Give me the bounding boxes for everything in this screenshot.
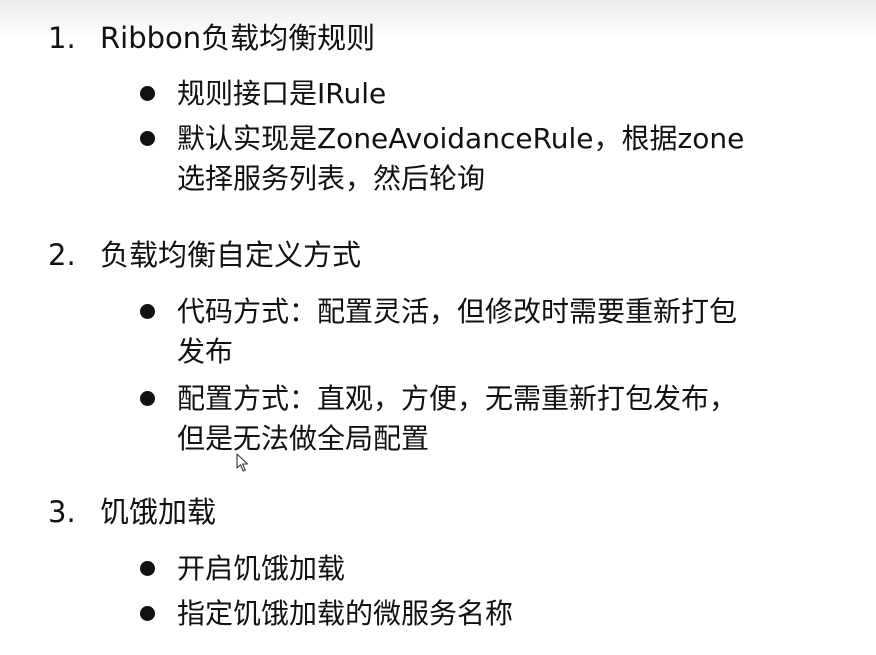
bullet-line: 选择服务列表，然后轮询 — [177, 162, 486, 195]
bullet-line: 开启饥饿加载 — [177, 552, 346, 585]
document-page: 1. Ribbon负载均衡规则 规则接口是IRule 默认实现是ZoneAvoid… — [0, 0, 876, 655]
bullet-dot — [140, 606, 155, 621]
bullet-line: 代码方式：配置灵活，但修改时需要重新打包 — [177, 295, 738, 328]
section-3-number: 3. — [48, 495, 76, 529]
bullet-line: 默认实现是ZoneAvoidanceRule，根据zone — [177, 122, 745, 155]
section-2-heading: 2. 负载均衡自定义方式 — [48, 237, 361, 273]
bullet-line: 规则接口是IRule — [177, 77, 387, 110]
section-1-number: 1. — [48, 21, 76, 55]
bullet-dot — [140, 561, 155, 576]
bullet-line: 指定饥饿加载的微服务名称 — [177, 597, 514, 630]
bullet-item-1-2: 默认实现是ZoneAvoidanceRule，根据zone 选择服务列表，然后轮… — [177, 119, 744, 199]
bullet-line: 发布 — [177, 335, 234, 368]
bullet-dot — [140, 86, 155, 101]
section-2-title: 负载均衡自定义方式 — [100, 238, 362, 272]
bullet-item-2-2: 配置方式：直观，方便，无需重新打包发布， 但是无法做全局配置 — [177, 379, 737, 459]
bullet-dot — [140, 131, 155, 146]
bullet-item-3-1: 开启饥饿加载 — [177, 549, 345, 589]
bullet-line: 配置方式：直观，方便，无需重新打包发布， — [177, 382, 738, 415]
bullet-dot — [140, 304, 155, 319]
section-1-title: Ribbon负载均衡规则 — [100, 21, 376, 55]
bullet-item-3-2: 指定饥饿加载的微服务名称 — [177, 594, 513, 634]
section-3-heading: 3. 饥饿加载 — [48, 494, 216, 530]
section-2-number: 2. — [48, 238, 76, 272]
bullet-line: 但是无法做全局配置 — [177, 422, 430, 455]
mouse-pointer-icon — [236, 453, 249, 472]
bullet-item-1-1: 规则接口是IRule — [177, 74, 386, 114]
bullet-dot — [140, 391, 155, 406]
bullet-item-2-1: 代码方式：配置灵活，但修改时需要重新打包 发布 — [177, 292, 737, 372]
section-3-title: 饥饿加载 — [100, 495, 217, 529]
section-1-heading: 1. Ribbon负载均衡规则 — [48, 20, 375, 56]
